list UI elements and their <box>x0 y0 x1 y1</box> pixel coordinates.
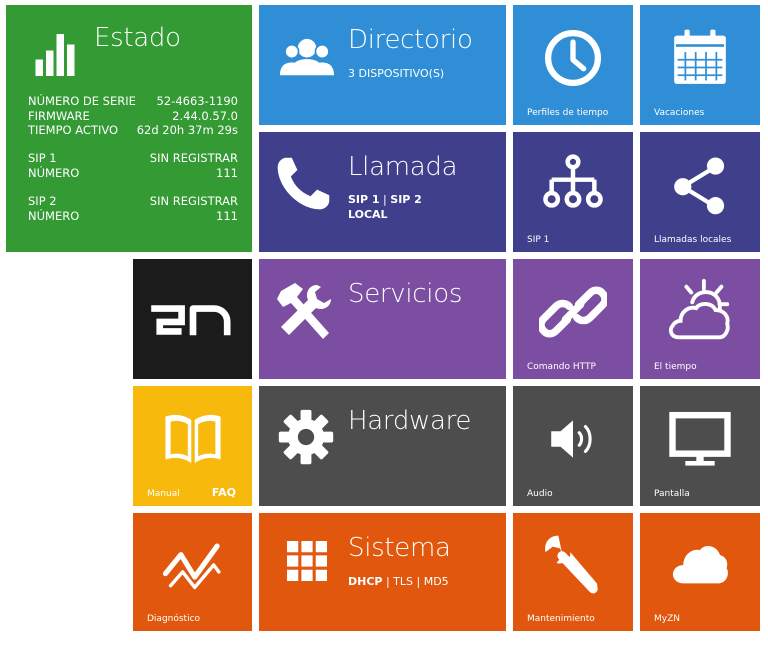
sip1-label: SIP 1 <box>28 151 57 165</box>
wrench-icon <box>545 535 598 594</box>
serial-label: NÚMERO DE SERIE <box>28 94 136 108</box>
tile-pantalla[interactable]: Pantalla <box>640 386 760 506</box>
estado-title: Estado <box>94 23 181 53</box>
hierarchy-icon <box>543 154 603 208</box>
tile-mantenimiento[interactable]: Mantenimiento <box>513 513 633 631</box>
clock-icon <box>545 29 601 86</box>
vacaciones-label: Vacaciones <box>654 108 705 118</box>
sistema-protocols: DHCP | TLS | MD5 <box>348 575 449 588</box>
tile-sistema[interactable]: Sistema DHCP | TLS | MD5 <box>259 513 506 631</box>
sip2-status: SIN REGISTRAR <box>149 194 238 208</box>
phone-icon <box>277 157 330 210</box>
tile-audio[interactable]: Audio <box>513 386 633 506</box>
sip1-tile-label: SIP 1 <box>527 235 550 245</box>
cloud-icon <box>672 545 728 584</box>
sistema-rest: | TLS | MD5 <box>382 575 449 588</box>
sip1-number: 111 <box>216 165 238 180</box>
device-info: NÚMERO DE SERIE 52-4663-1190 FIRMWARE 2.44… <box>28 94 238 138</box>
manual-label[interactable]: Manual <box>147 489 180 499</box>
gear-icon <box>278 409 334 465</box>
tile-myzn[interactable]: MyZN <box>640 513 760 631</box>
weather-icon <box>668 278 730 340</box>
tile-comando-http[interactable]: Comando HTTP <box>513 259 633 379</box>
firmware-label: FIRMWARE <box>28 108 90 123</box>
audio-label: Audio <box>527 489 553 499</box>
tools-icon <box>277 283 331 339</box>
trend-icon <box>162 543 221 590</box>
tile-perfiles-de-tiempo[interactable]: Perfiles de tiempo <box>513 5 633 125</box>
directorio-title: Directorio <box>348 25 473 55</box>
diagnostico-label: Diagnóstico <box>147 614 201 624</box>
servicios-title: Servicios <box>348 279 463 309</box>
speaker-icon <box>551 420 592 458</box>
pantalla-label: Pantalla <box>654 489 690 499</box>
sip2-label: SIP 2 <box>28 194 57 208</box>
book-icon <box>164 414 221 463</box>
mantenimiento-label: Mantenimiento <box>527 614 595 624</box>
tile-servicios[interactable]: Servicios <box>259 259 506 379</box>
bar-chart-icon <box>35 34 75 76</box>
link-icon <box>539 286 607 338</box>
sip1-number-label: NÚMERO <box>28 165 80 180</box>
tile-vacaciones[interactable]: Vacaciones <box>640 5 760 125</box>
firmware-value: 2.44.0.57.0 <box>172 108 238 123</box>
llamada-separator: | <box>379 193 391 206</box>
perfiles-label: Perfiles de tiempo <box>527 108 609 118</box>
uptime-label: TIEMPO ACTIVO <box>28 123 119 137</box>
sip1-info: SIP 1 SIN REGISTRAR NÚMERO 111 <box>28 151 238 180</box>
sistema-dhcp: DHCP <box>348 575 383 588</box>
users-icon <box>280 38 334 76</box>
comando-http-label: Comando HTTP <box>527 362 596 372</box>
tile-sip1[interactable]: SIP 1 <box>513 132 633 252</box>
faq-link[interactable]: FAQ <box>212 486 236 499</box>
tile-diagnostico[interactable]: Diagnóstico <box>133 513 252 631</box>
llamada-sip2: SIP 2 <box>390 193 422 206</box>
myzn-label: MyZN <box>654 614 680 624</box>
directorio-subtitle: 3 DISPOSITIVO(S) <box>348 67 445 80</box>
tile-llamada[interactable]: Llamada SIP 1 | SIP 2 LOCAL <box>259 132 506 252</box>
tile-hardware[interactable]: Hardware <box>259 386 506 506</box>
llamadas-locales-label: Llamadas locales <box>654 235 732 245</box>
el-tiempo-label: El tiempo <box>654 362 697 372</box>
llamada-local: LOCAL <box>348 208 388 221</box>
tile-2n-logo[interactable] <box>133 259 252 379</box>
hardware-title: Hardware <box>348 406 472 436</box>
calendar-icon <box>674 29 726 84</box>
sistema-title: Sistema <box>348 533 451 563</box>
sip2-info: SIP 2 SIN REGISTRAR NÚMERO 111 <box>28 194 238 223</box>
sip1-status: SIN REGISTRAR <box>149 151 238 165</box>
grid-icon <box>287 541 327 581</box>
sip2-number: 111 <box>216 208 238 223</box>
monitor-icon <box>669 411 731 466</box>
tile-manual[interactable]: Manual FAQ <box>133 386 252 506</box>
tile-estado[interactable]: Estado NÚMERO DE SERIE 52-4663-1190 FIRMW… <box>6 5 252 252</box>
serial-value: 52-4663-1190 <box>156 94 238 108</box>
llamada-accounts: SIP 1 | SIP 2 LOCAL <box>348 192 422 222</box>
uptime-value: 62d 20h 37m 29s <box>136 123 238 137</box>
sip2-number-label: NÚMERO <box>28 208 80 223</box>
llamada-sip1: SIP 1 <box>348 193 380 206</box>
tile-directorio[interactable]: Directorio 3 DISPOSITIVO(S) <box>259 5 506 125</box>
llamada-title: Llamada <box>348 152 458 182</box>
logo-2n-icon <box>151 305 231 336</box>
tile-llamadas-locales[interactable]: Llamadas locales <box>640 132 760 252</box>
tile-el-tiempo[interactable]: El tiempo <box>640 259 760 379</box>
share-icon <box>674 157 725 215</box>
